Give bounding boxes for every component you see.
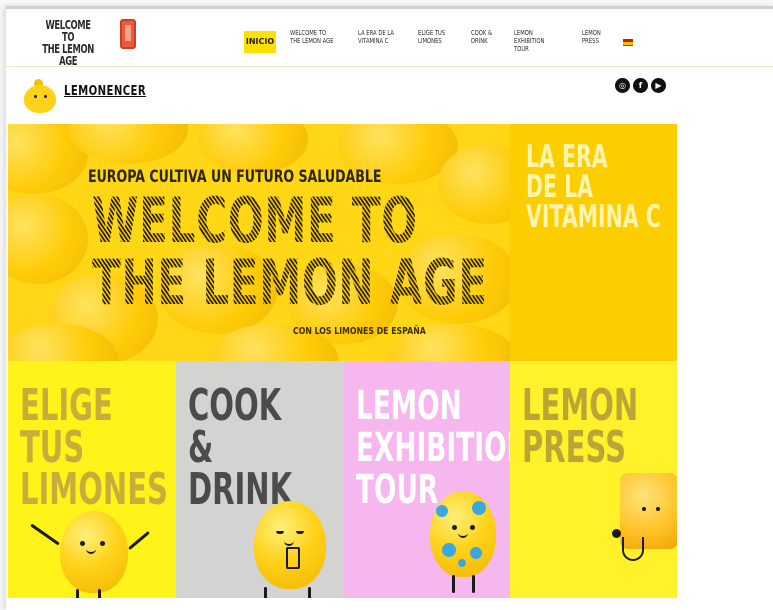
home-button[interactable]: INICIO — [244, 31, 276, 53]
nav-lemon-press[interactable]: LEMON PRESS — [582, 29, 627, 45]
site-logo-link[interactable]: WELCOME TO THE LEMON AGE — [40, 19, 96, 67]
nav-label: EXHIBITION TOUR — [514, 37, 545, 53]
tile-exhibition-tour-label: LEMON EXHIBITION TOUR — [356, 385, 510, 511]
tile-text-line: ELIGE — [20, 380, 113, 431]
tile-text-line: DE LA — [526, 169, 593, 205]
hero-banner[interactable]: EUROPA CULTIVA UN FUTURO SALUDABLE WELCO… — [8, 124, 510, 361]
nav-label: DRINK — [471, 37, 488, 45]
tile-vitamin-c-label: LA ERA DE LA VITAMINA C — [526, 139, 661, 235]
tile-elige-limones-label: ELIGE TUS LIMONES — [20, 380, 168, 515]
lemon-mascot-icon — [430, 491, 496, 577]
hero-title-line-1: WELCOME TO — [92, 184, 418, 257]
nav-label: WELCOME TO — [290, 29, 327, 37]
tile-lemon-press-label: LEMON PRESS — [522, 380, 639, 473]
lemon-mascot-icon — [60, 511, 128, 593]
facebook-icon[interactable]: f — [633, 78, 648, 93]
tile-text-line: COOK — [188, 380, 282, 431]
tile-text-line: LEMON — [522, 380, 639, 431]
tile-text-line: LIMONES — [20, 464, 168, 515]
browser-page: WELCOME TO THE LEMON AGE INICIO WELCOME … — [6, 6, 773, 610]
tile-text-line: VITAMINA C — [526, 199, 661, 235]
tile-text-line: & — [188, 422, 214, 473]
nav-elige-limones[interactable]: ELIGE TUS LIMONES — [418, 29, 463, 45]
microphone-icon — [612, 529, 621, 538]
logo-line-1: WELCOME TO — [45, 18, 91, 44]
hero-title: WELCOME TO THE LEMON AGE — [92, 190, 488, 314]
nav-exhibition-tour[interactable]: LEMON EXHIBITION TOUR — [514, 29, 559, 53]
nav-label: LIMONES — [418, 37, 442, 45]
tile-cook-drink[interactable]: COOK & DRINK — [176, 361, 344, 598]
tile-lemon-press[interactable]: LEMON PRESS — [510, 361, 677, 598]
nav-vitamin-c[interactable]: LA ERA DE LA VITAMINA C — [358, 29, 403, 45]
tile-text-line: TUS — [20, 422, 85, 473]
phone-icon — [120, 19, 136, 49]
logo-line-2: THE LEMON AGE — [42, 42, 94, 68]
nav-label: LEMON — [582, 29, 601, 37]
nav-label: ELIGE TUS — [418, 29, 446, 37]
glass-icon — [286, 547, 300, 569]
tile-text-line: LEMON — [356, 383, 462, 429]
tile-text-line: PRESS — [522, 422, 627, 473]
nav-label: PRESS — [582, 37, 599, 45]
spain-flag-icon[interactable] — [623, 39, 633, 46]
lemonencer-mascot-icon — [20, 79, 60, 113]
tile-exhibition-tour[interactable]: LEMON EXHIBITION TOUR — [344, 361, 510, 598]
youtube-icon[interactable]: ▶ — [651, 78, 666, 93]
lemon-mascot-icon — [254, 501, 326, 589]
nav-welcome[interactable]: WELCOME TO THE LEMON AGE — [290, 29, 335, 45]
tile-text-line: EXHIBITION — [356, 425, 510, 471]
lemonencer-link[interactable]: LEMONENCER — [64, 85, 146, 99]
nav-label: LEMON — [514, 29, 533, 37]
hero-title-line-2: THE LEMON AGE — [92, 246, 488, 319]
tile-text-line: LA ERA — [526, 139, 608, 175]
nav-label: LA ERA DE LA — [358, 29, 394, 37]
nav-label: VITAMINA C — [358, 37, 389, 45]
instagram-icon[interactable]: ◎ — [615, 78, 630, 93]
nav-cook-drink[interactable]: COOK & DRINK — [471, 29, 516, 45]
nav-label: COOK & — [471, 29, 493, 37]
tile-elige-limones[interactable]: ELIGE TUS LIMONES — [8, 361, 176, 598]
nav-label: THE LEMON AGE — [290, 37, 334, 45]
tile-cook-drink-label: COOK & DRINK — [188, 380, 292, 512]
tile-vitamin-c[interactable]: LA ERA DE LA VITAMINA C — [510, 124, 677, 361]
top-navigation: WELCOME TO THE LEMON AGE INICIO WELCOME … — [6, 9, 773, 67]
hero-subtitle: CON LOS LIMONES DE ESPAÑA — [293, 326, 426, 337]
